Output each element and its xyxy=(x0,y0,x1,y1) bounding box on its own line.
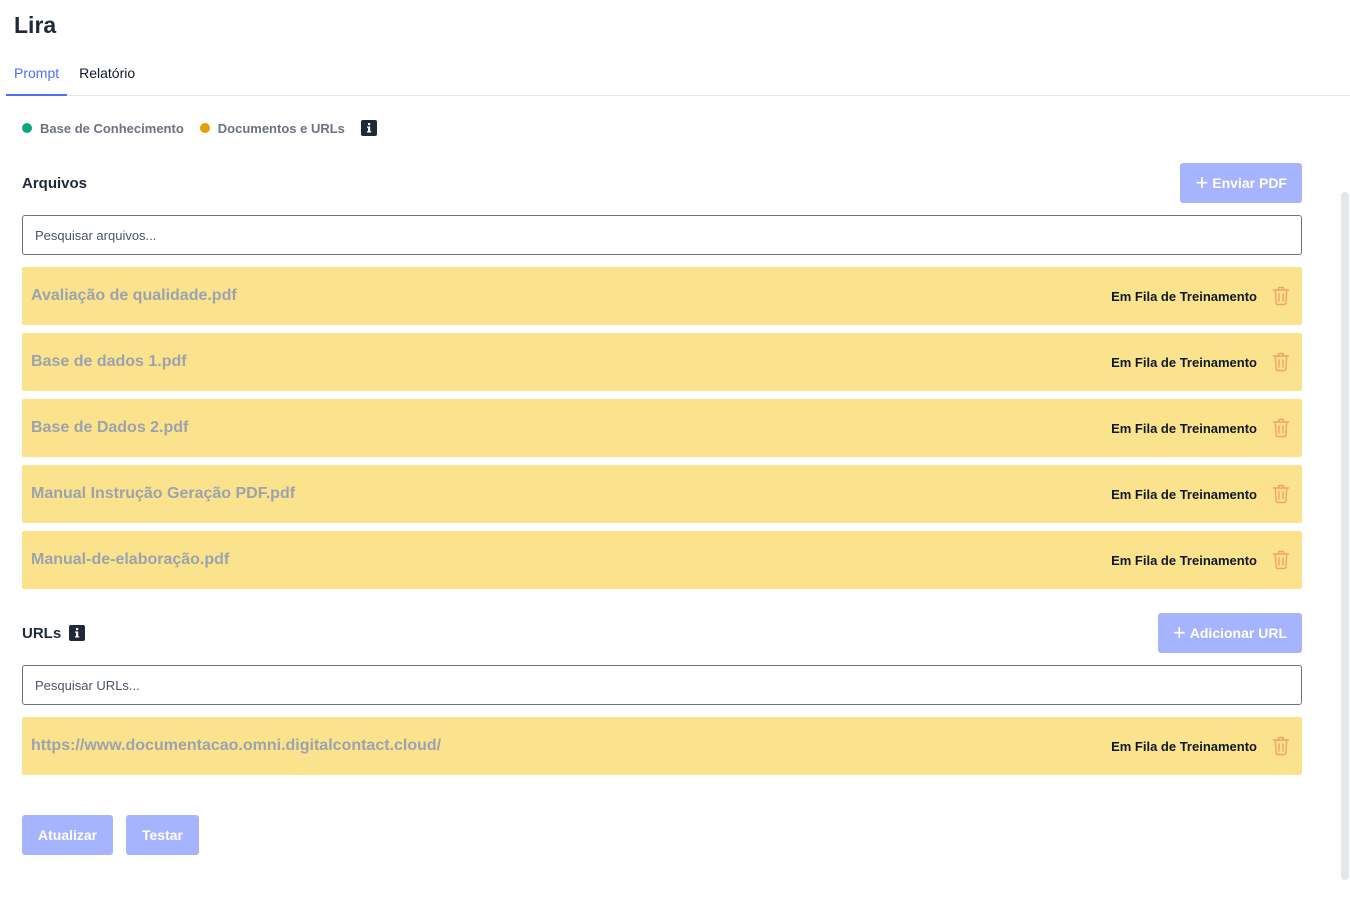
file-row: Avaliação de qualidade.pdf Em Fila de Tre… xyxy=(22,267,1302,325)
plus-icon: + xyxy=(1195,170,1209,195)
files-title: Arquivos xyxy=(22,174,88,192)
file-row: Manual-de-elaboração.pdf Em Fila de Trein… xyxy=(22,531,1302,589)
file-row: Base de dados 1.pdf Em Fila de Treinament… xyxy=(22,333,1302,391)
trash-icon[interactable] xyxy=(1269,482,1293,506)
trash-icon[interactable] xyxy=(1269,284,1293,308)
file-name: Avaliação de qualidade.pdf xyxy=(31,287,237,304)
legend: Base de Conhecimento Documentos e URLs xyxy=(22,120,377,136)
update-button[interactable]: Atualizar xyxy=(22,815,114,855)
urls-title-label: URLs xyxy=(22,624,62,642)
green-dot-icon xyxy=(22,123,32,133)
file-name: Base de dados 1.pdf xyxy=(31,353,187,370)
trash-icon[interactable] xyxy=(1269,416,1293,440)
file-row: Base de Dados 2.pdf Em Fila de Treinament… xyxy=(22,399,1302,457)
scrollbar[interactable] xyxy=(1341,192,1349,880)
url-row: https://www.documentacao.omni.digitalcon… xyxy=(22,717,1302,775)
tab-prompt[interactable]: Prompt xyxy=(6,56,68,96)
test-button[interactable]: Testar xyxy=(126,815,199,855)
file-name: Manual Instrução Geração PDF.pdf xyxy=(31,485,296,502)
url-name: https://www.documentacao.omni.digitalcon… xyxy=(31,737,442,754)
status-label: Em Fila de Treinamento xyxy=(1111,354,1257,370)
trash-icon[interactable] xyxy=(1269,734,1293,758)
status-label: Em Fila de Treinamento xyxy=(1111,288,1257,304)
add-url-label: Adicionar URL xyxy=(1189,625,1287,641)
trash-icon[interactable] xyxy=(1269,350,1293,374)
legend-item-knowledge-base: Base de Conhecimento xyxy=(22,121,184,136)
tab-bar: Prompt Relatório xyxy=(6,56,1350,96)
info-icon[interactable] xyxy=(69,625,86,641)
files-header: Arquivos + Enviar PDF xyxy=(22,163,1302,203)
upload-pdf-button[interactable]: + Enviar PDF xyxy=(1180,163,1302,203)
legend-item-documents-urls: Documentos e URLs xyxy=(199,120,345,136)
urls-header: URLs + Adicionar URL xyxy=(22,613,1302,653)
status-label: Em Fila de Treinamento xyxy=(1111,738,1257,754)
upload-pdf-label: Enviar PDF xyxy=(1212,175,1287,191)
tab-relatorio[interactable]: Relatório xyxy=(71,56,143,96)
legend-label: Documentos e URLs xyxy=(217,120,345,136)
add-url-button[interactable]: + Adicionar URL xyxy=(1157,613,1302,653)
urls-title: URLs xyxy=(22,624,86,642)
urls-search-input[interactable] xyxy=(22,665,1302,705)
status-label: Em Fila de Treinamento xyxy=(1111,486,1257,502)
plus-icon: + xyxy=(1172,620,1186,645)
status-label: Em Fila de Treinamento xyxy=(1111,552,1257,568)
yellow-dot-icon xyxy=(199,123,210,133)
file-row: Manual Instrução Geração PDF.pdf Em Fila … xyxy=(22,465,1302,523)
files-search-input[interactable] xyxy=(22,215,1302,255)
info-icon[interactable] xyxy=(360,120,377,136)
app-title: Lira xyxy=(14,12,57,38)
trash-icon[interactable] xyxy=(1269,548,1293,572)
legend-label: Base de Conhecimento xyxy=(40,120,184,136)
file-name: Base de Dados 2.pdf xyxy=(31,419,189,436)
file-name: Manual-de-elaboração.pdf xyxy=(31,551,230,568)
status-label: Em Fila de Treinamento xyxy=(1111,420,1257,436)
